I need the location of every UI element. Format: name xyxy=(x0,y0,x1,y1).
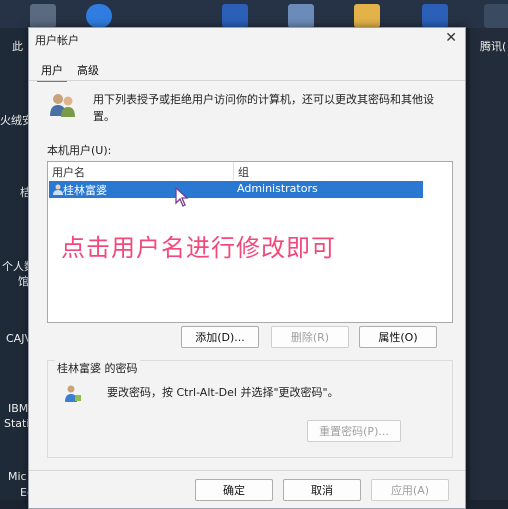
app-icon[interactable] xyxy=(30,4,56,28)
remove-user-button[interactable]: 删除(R) xyxy=(271,326,349,348)
column-header-group[interactable]: 组 xyxy=(238,164,249,180)
desktop-right-strip xyxy=(470,28,508,500)
tab-advanced[interactable]: 高级 xyxy=(73,60,103,80)
password-hint-text: 要改密码，按 Ctrl-Alt-Del 并选择"更改密码"。 xyxy=(107,386,339,399)
tab-bar: 用户 高级 xyxy=(29,60,465,82)
divider xyxy=(29,470,465,471)
column-separator[interactable] xyxy=(233,162,234,180)
reset-password-button[interactable]: 重置密码(P)... xyxy=(307,420,401,442)
desktop-label[interactable]: Mic xyxy=(8,470,27,483)
annotation-text: 点击用户名进行修改即可 xyxy=(61,234,336,262)
intro-text: 用下列表授予或拒绝用户访问你的计算机，还可以更改其密码和其他设置。 xyxy=(93,93,434,123)
window-title: 用户帐户 xyxy=(35,34,79,47)
mouse-cursor-icon xyxy=(175,187,189,207)
cancel-button[interactable]: 取消 xyxy=(283,479,361,501)
close-button[interactable]: ✕ xyxy=(445,30,457,46)
password-user-icon xyxy=(65,385,81,402)
group-cell: Administrators xyxy=(237,182,318,195)
column-header-username[interactable]: 用户名 xyxy=(52,164,85,180)
user-accounts-dialog: 用户帐户 ✕ 用户 高级 用下列表授予或拒绝用户访问你的计算机，还可以更改其密码… xyxy=(28,27,466,509)
apply-button[interactable]: 应用(A) xyxy=(371,479,449,501)
bluetooth-icon[interactable] xyxy=(86,4,112,28)
desktop-label[interactable]: IBM xyxy=(8,402,28,415)
password-group-label: 桂林富婆 的密码 xyxy=(55,360,140,376)
desktop-top-icons xyxy=(0,0,508,28)
username-cell: 桂林富婆 xyxy=(63,184,107,197)
divider xyxy=(29,80,465,81)
title-bar[interactable]: 用户帐户 ✕ xyxy=(29,28,465,50)
add-user-button[interactable]: 添加(D)... xyxy=(181,326,259,348)
local-users-label: 本机用户(U): xyxy=(47,144,112,157)
app-icon[interactable] xyxy=(288,4,314,28)
users-icon xyxy=(50,94,75,117)
app-icon[interactable] xyxy=(484,4,508,28)
desktop-label[interactable]: 腾讯( xyxy=(480,38,506,54)
word-icon[interactable] xyxy=(222,4,248,28)
word-icon[interactable] xyxy=(422,4,448,28)
tab-users[interactable]: 用户 xyxy=(37,60,67,82)
folder-icon[interactable] xyxy=(354,4,380,28)
ok-button[interactable]: 确定 xyxy=(195,479,273,501)
desktop-label[interactable]: 此 xyxy=(12,38,23,54)
properties-button[interactable]: 属性(O) xyxy=(359,326,437,348)
table-row[interactable]: 桂林富婆 Administrators xyxy=(49,181,423,198)
